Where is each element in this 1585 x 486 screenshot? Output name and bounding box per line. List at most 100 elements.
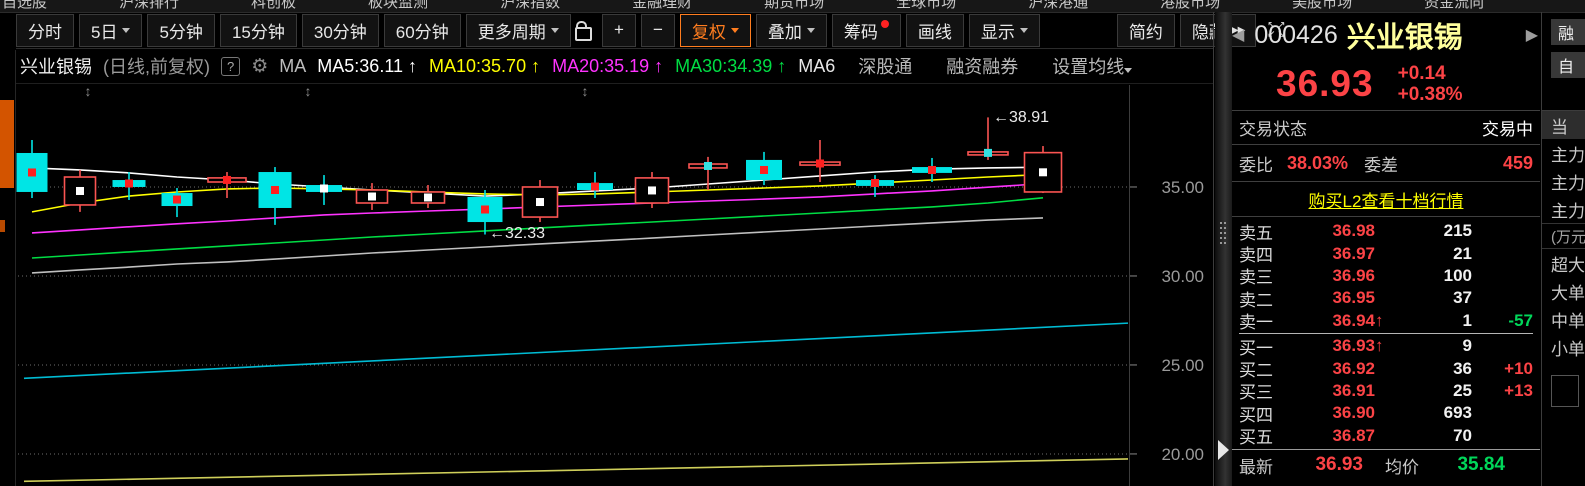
tab-30min[interactable]: 30分钟 bbox=[302, 14, 379, 47]
candle-marker-dot bbox=[928, 166, 936, 174]
tab-fenshi[interactable]: 分时 bbox=[16, 14, 74, 47]
caret-down-icon bbox=[807, 28, 815, 33]
chart-tools-toolbar: +−复权叠加筹码画线显示简约隐藏▶▶↖↗↙↘ bbox=[570, 12, 1296, 48]
bid-levels: 买一36.93↑9买二36.9236+10买三36.9125+13买四36.90… bbox=[1232, 335, 1540, 447]
lock-icon bbox=[575, 27, 592, 41]
collapse-panel-icon[interactable] bbox=[1218, 440, 1229, 460]
y-axis-label: 25.00 bbox=[1161, 356, 1204, 375]
top-nav-item[interactable]: 沪深排行 bbox=[119, 0, 179, 12]
top-nav-item[interactable]: 美股市场 bbox=[1292, 0, 1352, 12]
simple-button[interactable]: 简约 bbox=[1117, 14, 1175, 47]
top-nav-item[interactable]: 全球市场 bbox=[896, 0, 956, 12]
status-value: 交易中 bbox=[1482, 115, 1533, 140]
top-nav-item[interactable]: 港股市场 bbox=[1160, 0, 1220, 12]
right-edge-panel: 融自 当主力主力主力(万元超大大单中单小单 bbox=[1541, 12, 1585, 486]
candle-marker-dot bbox=[816, 159, 824, 167]
gear-icon[interactable]: ⚙ bbox=[251, 55, 268, 78]
y-axis-label: 35.00 bbox=[1161, 178, 1204, 197]
order-book-row[interactable]: 卖三36.96100 bbox=[1232, 265, 1540, 287]
last-price: 36.93 bbox=[1276, 63, 1374, 105]
order-book-row[interactable]: 卖五36.98215 bbox=[1232, 220, 1540, 242]
divider-line bbox=[16, 48, 1213, 49]
top-nav-item[interactable]: 金融理财 bbox=[632, 0, 692, 12]
order-book-row[interactable]: 卖四36.9721 bbox=[1232, 242, 1540, 264]
candlestick-chart[interactable]: 35.0030.0025.0020.00←38.91←32.33↕↕↕ bbox=[0, 85, 1213, 486]
zoom-in-button[interactable]: + bbox=[602, 14, 636, 47]
order-book-row[interactable]: 买三36.9125+13 bbox=[1232, 380, 1540, 402]
order-book-row[interactable]: 卖一36.94↑1-57 bbox=[1232, 310, 1540, 332]
tab-15min[interactable]: 15分钟 bbox=[220, 14, 297, 47]
divider-line bbox=[1232, 449, 1540, 450]
order-book-row[interactable]: 买二36.9236+10 bbox=[1232, 357, 1540, 379]
top-nav-item[interactable]: 板块监测 bbox=[368, 0, 428, 12]
stock-title: 兴业银锡 bbox=[20, 53, 92, 79]
ma-value: MA10:35.70 ↑ bbox=[429, 56, 540, 77]
candle-marker-dot bbox=[481, 205, 489, 213]
fund-flow-row: 中单 bbox=[1542, 305, 1585, 333]
tab-5min[interactable]: 5分钟 bbox=[147, 14, 214, 47]
tab-5day[interactable]: 5日 bbox=[79, 14, 142, 47]
order-book-row[interactable]: 买一36.93↑9 bbox=[1232, 335, 1540, 357]
zixuan-button[interactable]: 自 bbox=[1551, 52, 1585, 78]
top-nav-item[interactable]: 期货市场 bbox=[764, 0, 824, 12]
display-button[interactable]: 显示 bbox=[969, 14, 1040, 47]
order-book-row[interactable]: 卖二36.9537 bbox=[1232, 287, 1540, 309]
tab-more-period[interactable]: 更多周期 bbox=[466, 14, 571, 47]
candle-marker-dot bbox=[984, 149, 992, 157]
left-edge-accent bbox=[0, 100, 14, 188]
top-nav-strip: 自选股 沪深排行 科创板 板块监测 沪深指数 金融理财 期货市场 全球市场 沪深港通 港股市场 美股… bbox=[0, 0, 1585, 12]
trade-status-row: 交易状态 交易中 bbox=[1232, 110, 1540, 144]
shenggutong-link[interactable]: 深股通 bbox=[858, 53, 912, 79]
latest-row: 最新 36.93 均价 35.84 bbox=[1232, 452, 1540, 479]
fund-flow-row: 小单 bbox=[1542, 333, 1585, 361]
next-stock-icon[interactable]: ▶ bbox=[1526, 25, 1538, 45]
ma-indicator-label: MA bbox=[279, 56, 306, 77]
ma-values: MA5:36.11 ↑MA10:35.70 ↑MA20:35.19 ↑MA30:… bbox=[317, 56, 835, 77]
tab-60min[interactable]: 60分钟 bbox=[384, 14, 461, 47]
divider-line bbox=[16, 83, 1213, 84]
candle-marker-dot bbox=[871, 179, 879, 187]
latest-label: 最新 bbox=[1239, 453, 1273, 478]
ma-settings-link[interactable]: 设置均线 bbox=[1052, 53, 1132, 79]
order-book-row[interactable]: 买五36.8770 bbox=[1232, 425, 1540, 447]
caret-down-icon bbox=[731, 28, 739, 33]
candle-marker-dot bbox=[320, 184, 328, 192]
candle-marker-dot bbox=[1039, 168, 1047, 176]
top-nav-item[interactable]: 沪深港通 bbox=[1028, 0, 1088, 12]
zoom-out-button[interactable]: − bbox=[641, 14, 675, 47]
overlay-button[interactable]: 叠加 bbox=[756, 14, 827, 47]
fund-flow-table: 当主力主力主力(万元超大大单中单小单 bbox=[1542, 110, 1585, 361]
panel-splitter[interactable] bbox=[1215, 12, 1232, 486]
drawline-button[interactable]: 画线 bbox=[906, 14, 964, 47]
status-label: 交易状态 bbox=[1239, 115, 1307, 140]
fund-flow-row: (万元 bbox=[1542, 223, 1585, 249]
top-nav-item[interactable]: 自选股 bbox=[2, 0, 47, 12]
top-nav-item[interactable]: 科创板 bbox=[251, 0, 296, 12]
caret-down-icon bbox=[1124, 68, 1132, 73]
trend-line-ma250 bbox=[24, 459, 1128, 481]
period-toolbar: 分时5日5分钟15分钟30分钟60分钟更多周期 bbox=[16, 12, 576, 48]
help-icon[interactable]: ? bbox=[221, 57, 240, 76]
legend-links: 深股通 融资融券 设置均线 bbox=[850, 53, 1132, 79]
weibi-row: 委比 38.03% 委差 459 bbox=[1232, 144, 1540, 181]
splitter-grip-icon[interactable] bbox=[1220, 222, 1222, 224]
change-percent: +0.38% bbox=[1398, 84, 1463, 105]
event-arrow-icon: ↕ bbox=[582, 85, 589, 99]
candle-marker-dot bbox=[760, 166, 768, 174]
ma-value: MA6 bbox=[798, 56, 835, 77]
fuquan-button[interactable]: 复权 bbox=[680, 14, 751, 47]
ma-value: MA5:36.11 ↑ bbox=[317, 56, 417, 77]
candle-marker-dot bbox=[76, 187, 84, 195]
order-book-row[interactable]: 买四36.90693 bbox=[1232, 402, 1540, 424]
stock-name: 兴业银锡 bbox=[1347, 14, 1463, 56]
rong-button[interactable]: 融 bbox=[1551, 19, 1585, 45]
top-nav-item[interactable]: 资金流向 bbox=[1424, 0, 1484, 12]
price-annotation: ←32.33 bbox=[489, 225, 545, 242]
top-nav-item[interactable]: 沪深指数 bbox=[500, 0, 560, 12]
lock-button[interactable] bbox=[570, 14, 597, 47]
avg-price: 35.84 bbox=[1419, 454, 1505, 476]
rongzirongquan-link[interactable]: 融资融券 bbox=[946, 53, 1018, 79]
prev-stock-icon[interactable]: ◀ bbox=[1232, 25, 1244, 45]
chouma-button[interactable]: 筹码 bbox=[832, 14, 901, 47]
buy-l2-link[interactable]: 购买L2查看十档行情 bbox=[1309, 187, 1464, 212]
